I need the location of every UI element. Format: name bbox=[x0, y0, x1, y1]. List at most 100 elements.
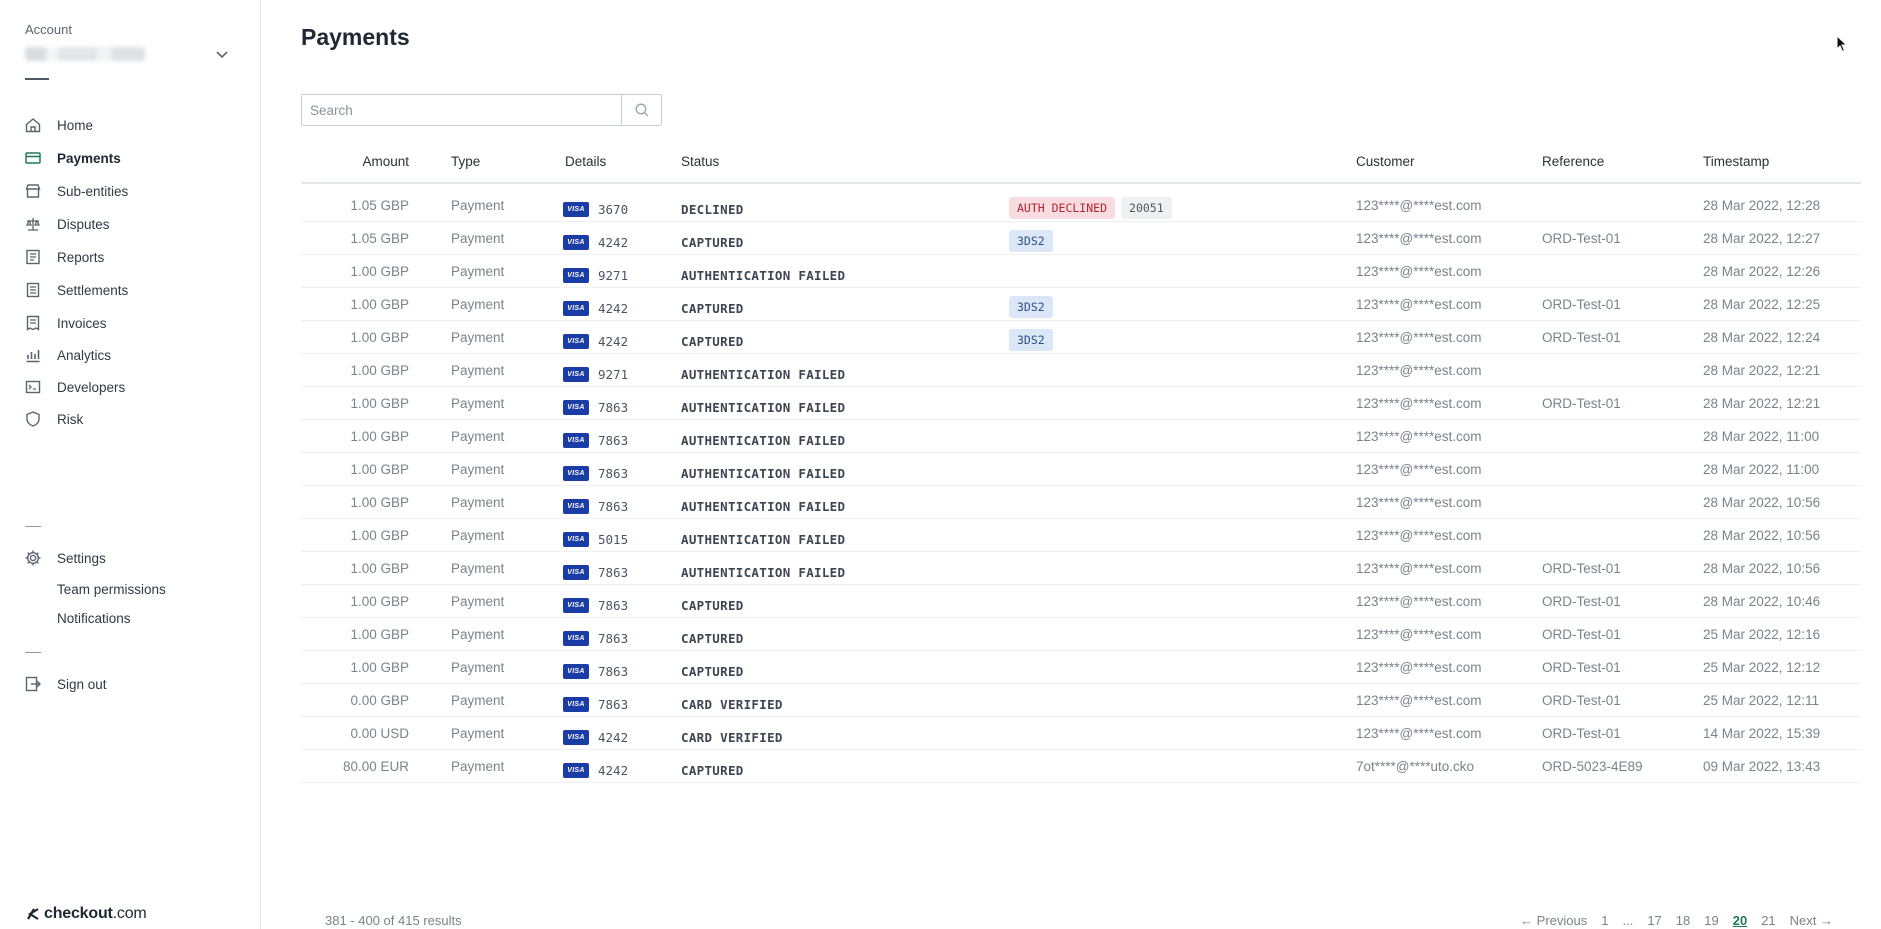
cell-timestamp: 28 Mar 2022, 12:21 bbox=[1703, 396, 1821, 411]
table-row[interactable]: 1.00 GBP Payment VISA 7863 AUTHENTICATION FA… bbox=[301, 387, 1861, 420]
page-link[interactable]: 20 bbox=[1733, 913, 1747, 928]
column-header-timestamp[interactable]: Timestamp bbox=[1703, 154, 1769, 169]
cell-status: AUTHENTICATION FAILED bbox=[681, 532, 846, 547]
table-row[interactable]: 1.00 GBP Payment VISA 4242 CAPTURED 3DS2 123**… bbox=[301, 288, 1861, 321]
table-row[interactable]: 1.00 GBP Payment VISA 9271 AUTHENTICATION FA… bbox=[301, 354, 1861, 387]
sidebar-item-developers[interactable]: Developers bbox=[24, 375, 244, 399]
cell-status: CAPTURED bbox=[681, 664, 744, 679]
sidebar-item-label: Invoices bbox=[57, 315, 107, 331]
column-header-customer[interactable]: Customer bbox=[1356, 154, 1415, 169]
cell-status: CARD VERIFIED bbox=[681, 697, 783, 712]
cell-timestamp: 28 Mar 2022, 12:27 bbox=[1703, 231, 1821, 246]
search-box bbox=[301, 94, 662, 126]
table-row[interactable]: 1.05 GBP Payment VISA 3670 DECLINED AUTH DECL… bbox=[301, 189, 1861, 222]
cell-timestamp: 28 Mar 2022, 11:00 bbox=[1703, 429, 1820, 444]
sidebar-item-disputes[interactable]: Disputes bbox=[24, 212, 244, 236]
cell-customer: 123****@****est.com bbox=[1356, 660, 1482, 675]
cell-card-last4: 7863 bbox=[598, 433, 629, 448]
cell-amount: 1.00 GBP bbox=[350, 528, 409, 543]
cell-timestamp: 25 Mar 2022, 12:16 bbox=[1703, 627, 1821, 642]
page-link[interactable]: 21 bbox=[1761, 913, 1775, 928]
sidebar-subitem-team-permissions[interactable]: Team permissions bbox=[57, 582, 166, 597]
table-row[interactable]: 1.00 GBP Payment VISA 7863 CAPTURED 123****@*… bbox=[301, 651, 1861, 684]
table-row[interactable]: 0.00 GBP Payment VISA 7863 CARD VERIFIED 123*… bbox=[301, 684, 1861, 717]
visa-card-icon: VISA bbox=[563, 532, 589, 547]
cell-amount: 0.00 USD bbox=[350, 726, 409, 741]
pagination: ← Previous 1... 17 18 19 20 21 Next → bbox=[1520, 913, 1833, 928]
column-header-status[interactable]: Status bbox=[681, 154, 719, 169]
sidebar-item-analytics[interactable]: Analytics bbox=[24, 343, 244, 367]
sidebar-item-risk[interactable]: Risk bbox=[24, 407, 244, 431]
table-row[interactable]: 1.00 GBP Payment VISA 7863 AUTHENTICATION FA… bbox=[301, 420, 1861, 453]
cell-customer: 123****@****est.com bbox=[1356, 429, 1482, 444]
shield-icon bbox=[24, 410, 42, 428]
sidebar-item-label: Reports bbox=[57, 249, 105, 265]
cell-amount: 1.00 GBP bbox=[350, 495, 409, 510]
cell-card-last4: 7863 bbox=[598, 466, 629, 481]
sidebar-item-sub-entities[interactable]: Sub-entities bbox=[24, 179, 244, 203]
table-row[interactable]: 1.00 GBP Payment VISA 4242 CAPTURED 3DS2 123**… bbox=[301, 321, 1861, 354]
sidebar-item-settlements[interactable]: Settlements bbox=[24, 278, 244, 302]
next-page-link[interactable]: Next → bbox=[1790, 913, 1833, 928]
search-input[interactable] bbox=[302, 95, 621, 125]
cell-card-last4: 3670 bbox=[598, 202, 629, 217]
sidebar-item-sign-out[interactable]: Sign out bbox=[24, 672, 244, 696]
page-link[interactable]: 17 bbox=[1647, 913, 1661, 928]
cell-customer: 123****@****est.com bbox=[1356, 297, 1482, 312]
table-row[interactable]: 1.00 GBP Payment VISA 7863 CAPTURED 123****@*… bbox=[301, 585, 1861, 618]
cell-status: CAPTURED bbox=[681, 301, 744, 316]
table-row[interactable]: 80.00 EUR Payment VISA 4242 CAPTURED 7ot****@… bbox=[301, 750, 1861, 783]
account-selector[interactable] bbox=[25, 44, 230, 66]
sidebar-item-label: Home bbox=[57, 117, 94, 133]
page-link[interactable]: 18 bbox=[1676, 913, 1690, 928]
cell-amount: 1.00 GBP bbox=[350, 396, 409, 411]
sidebar-item-invoices[interactable]: Invoices bbox=[24, 311, 244, 335]
sidebar-item-settings[interactable]: Settings bbox=[24, 546, 244, 570]
cell-card-last4: 7863 bbox=[598, 598, 629, 613]
visa-card-icon: VISA bbox=[563, 697, 589, 712]
page-link[interactable]: 1 bbox=[1601, 913, 1608, 928]
table-row[interactable]: 1.00 GBP Payment VISA 7863 AUTHENTICATION FA… bbox=[301, 486, 1861, 519]
sidebar-item-home[interactable]: Home bbox=[24, 113, 244, 137]
table-row[interactable]: 1.05 GBP Payment VISA 4242 CAPTURED 3DS2 123**… bbox=[301, 222, 1861, 255]
table-row[interactable]: 1.00 GBP Payment VISA 7863 CAPTURED 123****@*… bbox=[301, 618, 1861, 651]
column-header-reference[interactable]: Reference bbox=[1542, 154, 1604, 169]
sidebar: Account Home Payments Sub-entities Disputes… bbox=[0, 0, 261, 929]
table-row[interactable]: 1.00 GBP Payment VISA 9271 AUTHENTICATION FA… bbox=[301, 255, 1861, 288]
cell-timestamp: 28 Mar 2022, 10:56 bbox=[1703, 528, 1821, 543]
previous-page-link[interactable]: ← Previous bbox=[1520, 913, 1587, 928]
cell-reference: ORD-Test-01 bbox=[1542, 594, 1621, 609]
pagination-ellipsis[interactable]: ... bbox=[1622, 913, 1633, 928]
sidebar-subitem-notifications[interactable]: Notifications bbox=[57, 611, 131, 626]
cell-customer: 123****@****est.com bbox=[1356, 396, 1482, 411]
sidebar-item-reports[interactable]: Reports bbox=[24, 245, 244, 269]
column-header-amount[interactable]: Amount bbox=[362, 154, 409, 169]
visa-card-icon: VISA bbox=[563, 466, 589, 481]
visa-card-icon: VISA bbox=[563, 763, 589, 778]
cell-type: Payment bbox=[451, 264, 505, 279]
cell-type: Payment bbox=[451, 693, 505, 708]
table-row[interactable]: 1.00 GBP Payment VISA 5015 AUTHENTICATION FA… bbox=[301, 519, 1861, 552]
table-row[interactable]: 1.00 GBP Payment VISA 7863 AUTHENTICATION FA… bbox=[301, 552, 1861, 585]
cell-reference: ORD-Test-01 bbox=[1542, 330, 1621, 345]
results-count: 381 - 400 of 415 results bbox=[325, 913, 462, 928]
cell-customer: 123****@****est.com bbox=[1356, 693, 1482, 708]
search-button[interactable] bbox=[621, 95, 661, 125]
sidebar-item-payments[interactable]: Payments bbox=[24, 146, 244, 170]
visa-card-icon: VISA bbox=[563, 631, 589, 646]
cell-type: Payment bbox=[451, 528, 505, 543]
visa-card-icon: VISA bbox=[563, 334, 589, 349]
cell-amount: 80.00 EUR bbox=[342, 759, 409, 774]
column-header-details[interactable]: Details bbox=[565, 154, 606, 169]
cell-status: CAPTURED bbox=[681, 334, 744, 349]
cell-timestamp: 28 Mar 2022, 10:56 bbox=[1703, 495, 1821, 510]
table-row[interactable]: 0.00 USD Payment VISA 4242 CARD VERIFIED 123*… bbox=[301, 717, 1861, 750]
column-header-type[interactable]: Type bbox=[451, 154, 480, 169]
table-row[interactable]: 1.00 GBP Payment VISA 7863 AUTHENTICATION FA… bbox=[301, 453, 1861, 486]
cell-type: Payment bbox=[451, 561, 505, 576]
page-link[interactable]: 19 bbox=[1704, 913, 1718, 928]
brand-text: checkout.com bbox=[44, 905, 147, 922]
cell-amount: 1.00 GBP bbox=[350, 660, 409, 675]
cell-timestamp: 28 Mar 2022, 12:28 bbox=[1703, 198, 1821, 213]
cell-amount: 1.00 GBP bbox=[350, 462, 409, 477]
